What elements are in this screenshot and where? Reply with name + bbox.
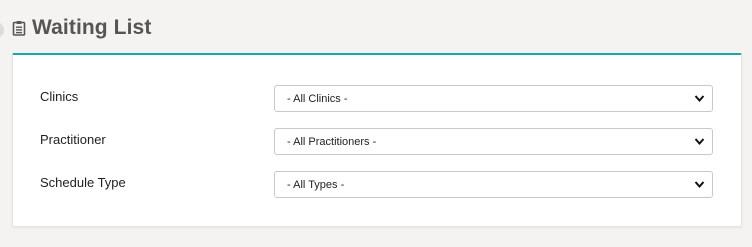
practitioner-selected-value: - All Practitioners - (287, 135, 377, 148)
collapse-handle[interactable] (0, 22, 4, 38)
clinics-label: Clinics (40, 89, 79, 104)
page-header: Waiting List (12, 15, 151, 41)
schedule-type-label: Schedule Type (40, 175, 126, 190)
chevron-down-icon (694, 95, 705, 103)
filter-panel: Clinics - All Clinics - Practitioner - A… (12, 53, 742, 227)
clinics-row: Clinics - All Clinics - (13, 85, 741, 112)
chevron-down-icon (694, 138, 705, 146)
clipboard-icon (12, 20, 26, 36)
practitioner-select[interactable]: - All Practitioners - (274, 128, 713, 155)
practitioner-label: Practitioner (40, 132, 106, 147)
clinics-select[interactable]: - All Clinics - (274, 85, 713, 112)
practitioner-row: Practitioner - All Practitioners - (13, 128, 741, 155)
schedule-type-select[interactable]: - All Types - (274, 171, 713, 198)
clinics-selected-value: - All Clinics - (287, 92, 348, 105)
chevron-down-icon (694, 181, 705, 189)
page: Waiting List Clinics - All Clinics - Pra… (0, 0, 752, 247)
schedule-type-selected-value: - All Types - (287, 178, 345, 191)
schedule-type-row: Schedule Type - All Types - (13, 171, 741, 198)
page-title: Waiting List (32, 16, 152, 39)
